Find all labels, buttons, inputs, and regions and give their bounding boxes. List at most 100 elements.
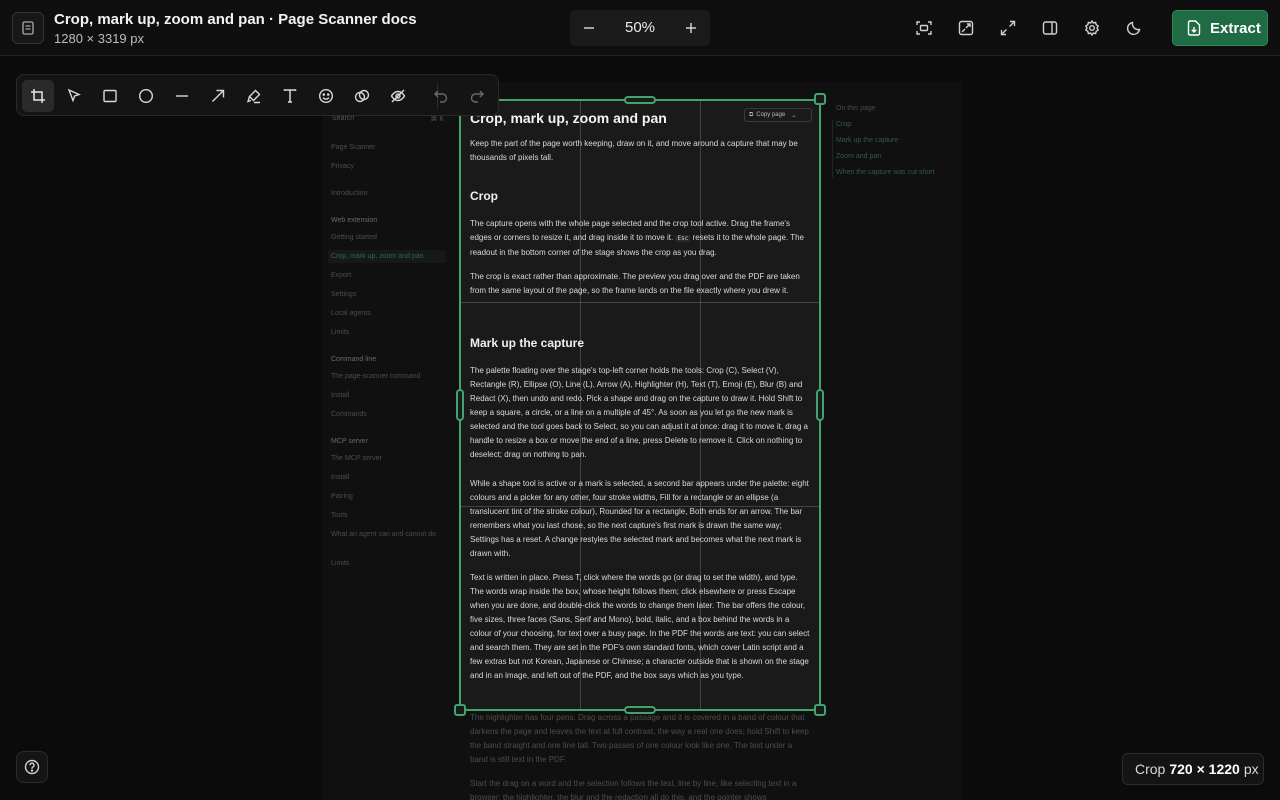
crop-handle-bottom-right[interactable] xyxy=(814,704,826,716)
select-arrow-icon xyxy=(67,88,81,103)
moon-icon xyxy=(1126,21,1141,36)
sidebar-item: Tools xyxy=(331,512,348,519)
sidebar-item: Getting started xyxy=(331,234,377,241)
crop-grid-line xyxy=(580,99,581,710)
sidebar-item: Install xyxy=(331,474,350,481)
sidebar-item: Pairing xyxy=(331,493,353,500)
crop-handle-bottom-left[interactable] xyxy=(454,704,466,716)
crop-readout-value: 720 × 1220 xyxy=(1169,761,1240,777)
crop-handle-left[interactable] xyxy=(456,389,464,421)
crop-handle-top-right[interactable] xyxy=(814,93,826,105)
crop-readout: Crop 720 × 1220 px xyxy=(1122,753,1264,785)
crop-grid-line xyxy=(459,506,821,507)
zoom-level[interactable]: 50% xyxy=(608,19,672,36)
sidebar-item: Commands xyxy=(331,411,367,418)
crop-region[interactable]: Crop, mark up, zoom and pan ⧉ Copy page … xyxy=(459,99,821,710)
rectangle-tool[interactable] xyxy=(94,80,126,112)
crop-tool[interactable] xyxy=(22,80,54,112)
paragraph-outside-crop: Start the drag on a word and the selecti… xyxy=(470,779,797,800)
redo-button[interactable] xyxy=(461,80,493,112)
section-heading-markup: Mark up the capture xyxy=(470,336,585,350)
top-bar: Crop, mark up, zoom and pan · Page Scann… xyxy=(0,0,1280,56)
expand-button[interactable] xyxy=(994,14,1022,42)
sidebar-item: Install xyxy=(331,392,350,399)
fit-screen-icon xyxy=(916,21,932,35)
ellipse-tool[interactable] xyxy=(130,80,162,112)
minus-icon xyxy=(584,27,594,29)
chevron-down-icon: ⌄ xyxy=(791,112,797,119)
crop-readout-label: Crop xyxy=(1135,761,1166,777)
sidebar-item: What an agent can and cannot do xyxy=(331,531,437,538)
extract-label: Extract xyxy=(1210,19,1261,37)
sidebar-search-placeholder: Search xyxy=(332,115,355,122)
redact-tool[interactable] xyxy=(382,80,414,112)
screenshot-icon xyxy=(958,20,974,36)
crop-grid-line xyxy=(700,99,701,710)
ellipse-icon xyxy=(138,88,154,104)
line-tool[interactable] xyxy=(166,80,198,112)
line-icon xyxy=(176,95,188,97)
theme-toggle-button[interactable] xyxy=(1120,14,1148,42)
redo-icon xyxy=(470,90,484,103)
blur-tool[interactable] xyxy=(346,80,378,112)
on-this-page-link: When the capture was cut short xyxy=(836,169,935,176)
sidebar-search: Search ⌘ K xyxy=(332,115,444,123)
help-button[interactable] xyxy=(16,751,48,783)
select-tool[interactable] xyxy=(58,80,90,112)
split-panel-button[interactable] xyxy=(1036,14,1064,42)
capture-title: Crop, mark up, zoom and pan · Page Scann… xyxy=(54,11,417,28)
zoom-in-button[interactable] xyxy=(672,10,710,46)
document-icon[interactable] xyxy=(12,12,44,44)
intro-paragraph: Keep the part of the page worth keeping,… xyxy=(470,139,798,162)
crop-icon xyxy=(31,89,45,103)
emoji-tool[interactable] xyxy=(310,80,342,112)
section-heading-crop: Crop xyxy=(470,189,498,203)
markup-paragraph: The palette floating over the stage's to… xyxy=(470,366,808,459)
emoji-icon xyxy=(318,88,334,104)
text-tool[interactable] xyxy=(274,80,306,112)
crop-handle-right[interactable] xyxy=(816,389,824,421)
rectangle-icon xyxy=(103,89,117,103)
sidebar-item: Introduction xyxy=(331,190,368,197)
highlighter-tool[interactable] xyxy=(238,80,270,112)
crop-readout-unit: px xyxy=(1243,761,1259,777)
page-title: Crop, mark up, zoom and pan xyxy=(470,110,667,126)
esc-key: Esc xyxy=(675,235,691,242)
crop-grid-line xyxy=(459,302,821,303)
copy-icon: ⧉ xyxy=(749,111,754,118)
on-this-page-link: Zoom and pan xyxy=(836,153,882,160)
zoom-out-button[interactable] xyxy=(570,10,608,46)
extract-button[interactable]: Extract xyxy=(1172,10,1268,46)
sidebar-item: Limits xyxy=(331,329,350,336)
sidebar-item: Limits xyxy=(331,560,350,567)
on-this-page-rail xyxy=(832,120,833,178)
download-document-icon xyxy=(1187,20,1201,36)
sidebar-item: Page Scanner xyxy=(331,144,376,151)
redact-icon xyxy=(390,89,406,103)
arrow-tool[interactable] xyxy=(202,80,234,112)
zoom-control: 50% xyxy=(570,10,710,46)
question-circle-icon xyxy=(24,759,40,775)
on-this-page-heading: On this page xyxy=(836,105,876,112)
split-panel-icon xyxy=(1042,21,1058,35)
undo-button[interactable] xyxy=(425,80,457,112)
sidebar-item: Local agents xyxy=(331,310,371,317)
sidebar-item: Export xyxy=(331,272,352,279)
sidebar-section-heading: Command line xyxy=(331,356,377,363)
expand-icon xyxy=(1000,20,1016,36)
crop-paragraph: The crop is exact rather than approximat… xyxy=(470,272,800,295)
plus-icon xyxy=(686,23,696,33)
crop-handle-top[interactable] xyxy=(624,96,656,104)
blur-icon xyxy=(354,89,370,103)
crop-handle-bottom[interactable] xyxy=(624,706,656,714)
sidebar-section-heading: MCP server xyxy=(331,438,368,445)
fit-screen-button[interactable] xyxy=(910,14,938,42)
sidebar-section-heading: Web extension xyxy=(331,217,378,224)
capture-dimensions: 1280 × 3319 px xyxy=(54,31,144,46)
settings-button[interactable] xyxy=(1078,14,1106,42)
copy-page-button[interactable]: ⧉ Copy page ⌄ xyxy=(744,108,812,122)
sidebar-item: The MCP server xyxy=(331,455,382,462)
markup-paragraph: While a shape tool is active or a mark i… xyxy=(470,479,809,558)
screenshot-button[interactable] xyxy=(952,14,980,42)
on-this-page-link: Crop xyxy=(836,121,852,128)
